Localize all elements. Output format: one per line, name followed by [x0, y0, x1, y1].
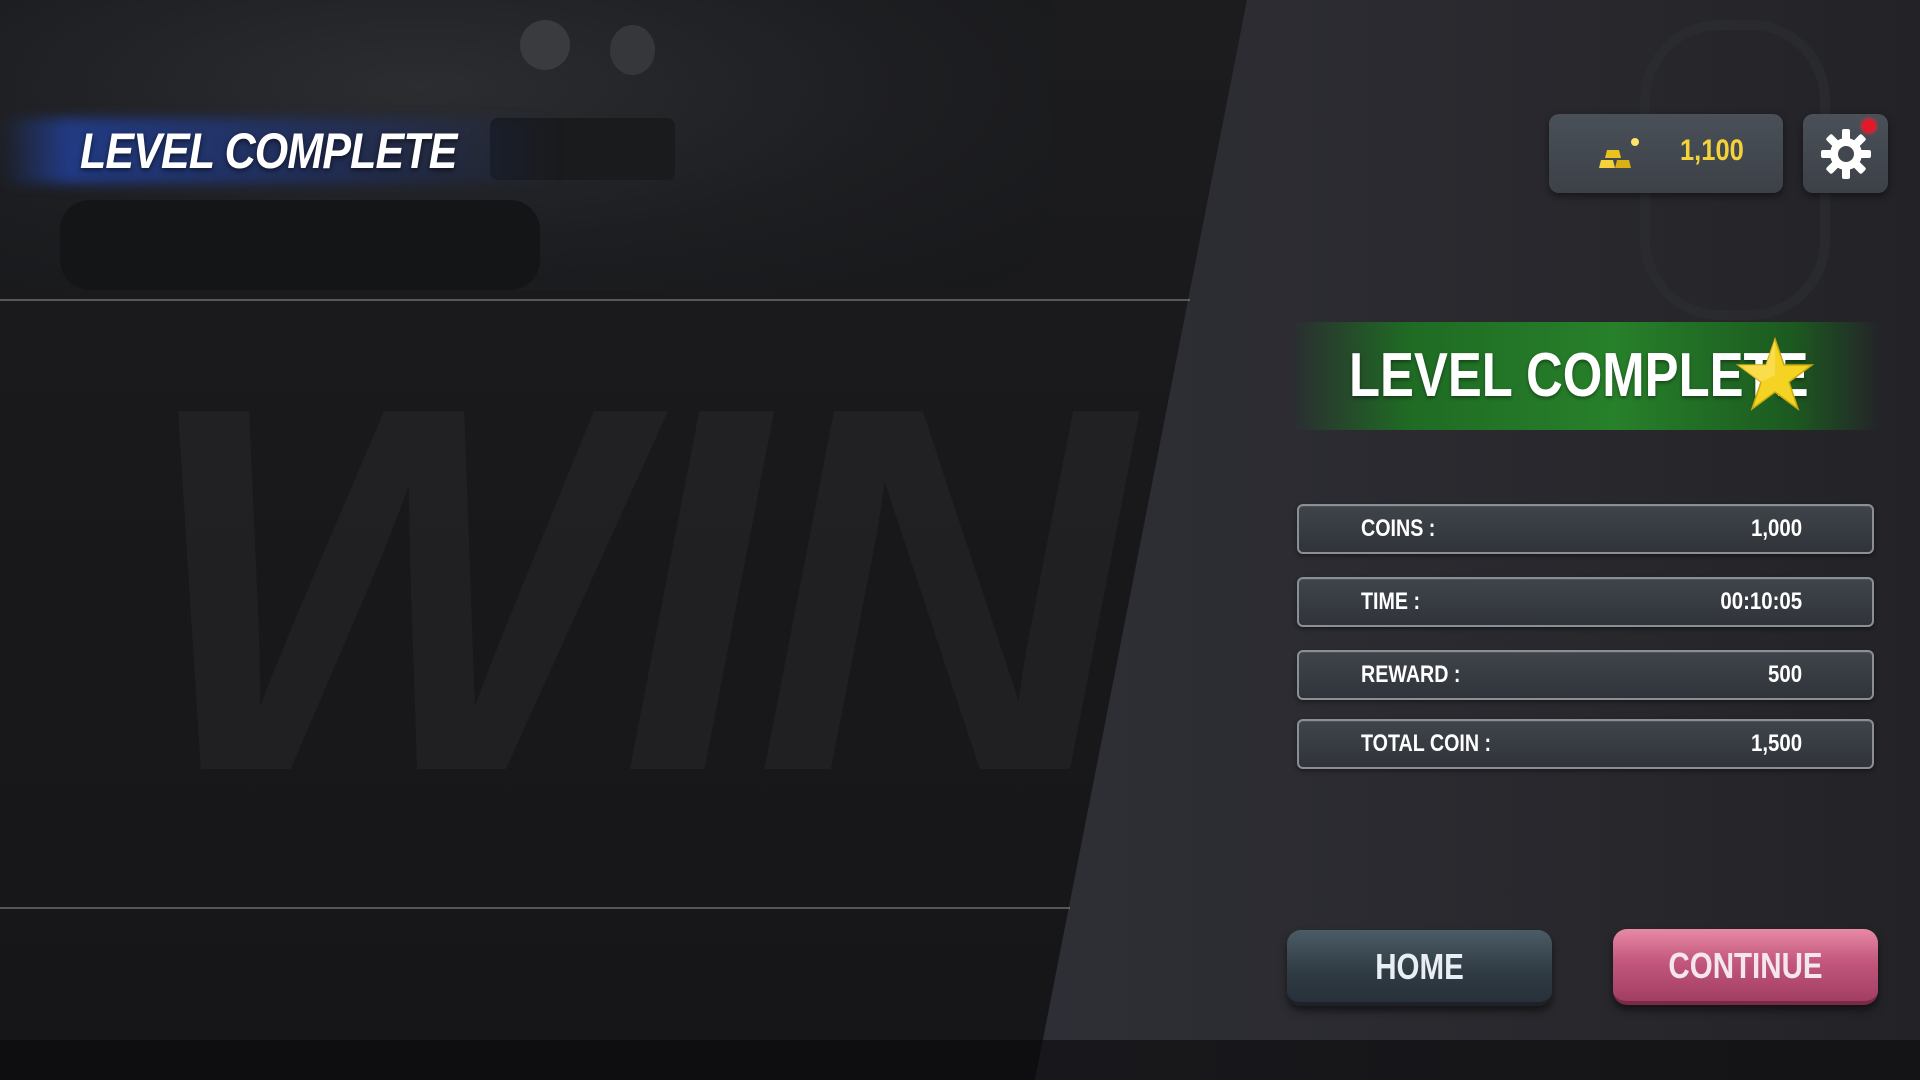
stat-label: TOTAL COIN :: [1361, 730, 1492, 757]
stat-value: 1,000: [1750, 515, 1802, 542]
stat-row-coins: COINS : 1,000: [1297, 504, 1874, 554]
home-button[interactable]: HOME: [1287, 930, 1552, 1006]
background-headlight: [520, 20, 570, 70]
stat-value: 500: [1767, 661, 1802, 688]
divider-line: [0, 299, 1190, 301]
stat-label: TIME :: [1361, 588, 1421, 615]
stat-label: REWARD :: [1361, 661, 1461, 688]
stat-value: 00:10:05: [1720, 588, 1802, 615]
stat-label: COINS :: [1361, 515, 1436, 542]
notification-badge: [1862, 119, 1876, 133]
bottom-band: [0, 1040, 1920, 1080]
stat-row-total-coin: TOTAL COIN : 1,500: [1297, 719, 1874, 769]
settings-button[interactable]: [1803, 114, 1888, 193]
currency-display: 1,100: [1549, 114, 1783, 193]
stat-value: 1,500: [1750, 730, 1802, 757]
background-headlight: [610, 25, 655, 75]
gold-bars-icon: [1599, 138, 1639, 168]
page-title: LEVEL COMPLETE: [80, 123, 457, 179]
stat-row-reward: REWARD : 500: [1297, 650, 1874, 700]
currency-value: 1,100: [1680, 134, 1744, 167]
continue-button[interactable]: CONTINUE: [1613, 929, 1878, 1005]
background-bumper: [60, 200, 540, 290]
star-icon: [1735, 336, 1815, 412]
home-button-label: HOME: [1375, 946, 1464, 987]
continue-button-label: CONTINUE: [1668, 945, 1823, 986]
gear-icon: [1821, 129, 1871, 179]
divider-line: [0, 907, 1070, 909]
level-complete-screen: WINNER LEVEL COMPLETE 1,100: [0, 0, 1920, 1080]
stat-row-time: TIME : 00:10:05: [1297, 577, 1874, 627]
